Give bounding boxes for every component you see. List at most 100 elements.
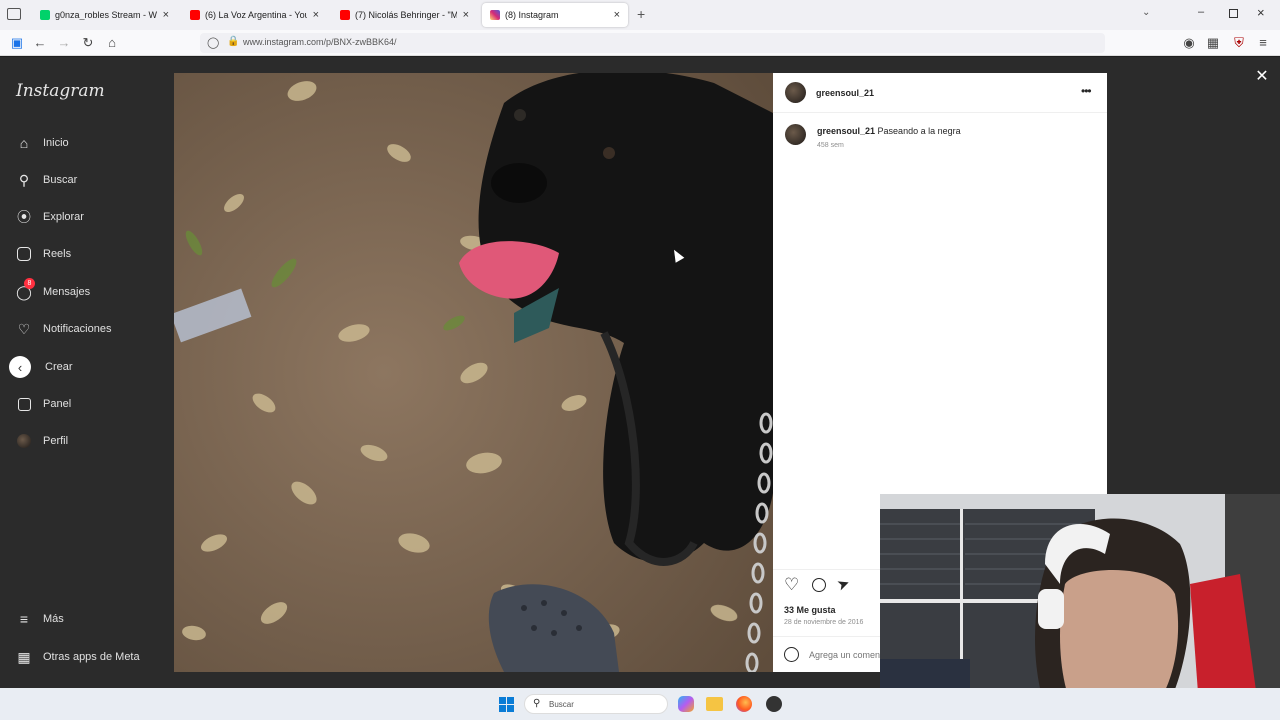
instagram-logo[interactable]: Instagram bbox=[16, 81, 105, 101]
tab-overflow-chevron-icon[interactable]: ⌄ bbox=[1142, 7, 1150, 18]
firefox-icon[interactable] bbox=[736, 696, 752, 712]
post-photo[interactable] bbox=[174, 73, 773, 672]
home-icon[interactable]: ⌂ bbox=[104, 35, 120, 51]
close-window-icon[interactable]: × bbox=[1257, 5, 1265, 20]
hamburger-menu-icon: ≡ bbox=[19, 611, 29, 627]
menu-icon[interactable]: ≡ bbox=[1255, 35, 1271, 51]
ublock-icon[interactable]: ⛨ bbox=[1231, 35, 1247, 51]
sidebar-item-notificaciones[interactable]: ♡ Notificaciones bbox=[15, 318, 165, 340]
home-icon: ⌂ bbox=[19, 135, 29, 151]
tab-youtube-la-voz[interactable]: (6) La Voz Argentina - YouTube × bbox=[182, 3, 327, 27]
reels-icon bbox=[15, 245, 33, 263]
avatar-icon bbox=[15, 432, 33, 450]
reload-icon[interactable]: ↻ bbox=[80, 35, 96, 51]
comment-icon[interactable] bbox=[812, 578, 826, 592]
heart-icon: ♡ bbox=[17, 320, 31, 337]
sidebar-item-perfil[interactable]: Perfil bbox=[15, 430, 165, 452]
tab-instagram[interactable]: (8) Instagram × bbox=[482, 3, 628, 27]
tab-list-icon[interactable] bbox=[7, 8, 21, 20]
new-tab-icon[interactable]: + bbox=[637, 6, 645, 22]
close-modal-icon[interactable]: ✕ bbox=[1252, 66, 1272, 86]
address-bar[interactable]: ◯ 🔒 www.instagram.com/p/BNX-zwBBK64/ bbox=[200, 33, 1105, 53]
windows-start-icon[interactable] bbox=[499, 697, 514, 712]
tab-label: g0nza_robles Stream - Watch Li bbox=[55, 10, 157, 20]
sidebar-item-inicio[interactable]: ⌂ Inicio bbox=[15, 132, 165, 154]
sidebar-item-buscar[interactable]: ⚲ Buscar bbox=[15, 169, 165, 191]
youtube-favicon-icon bbox=[190, 10, 200, 20]
account-icon[interactable]: ◉ bbox=[1181, 35, 1197, 51]
dog-photo-image bbox=[174, 73, 773, 672]
sidebar-item-reels[interactable]: Reels bbox=[15, 243, 165, 265]
sidebar-item-label: Otras apps de Meta bbox=[43, 651, 140, 663]
sidebar-item-mensajes[interactable]: ◯ 8 Mensajes bbox=[15, 278, 165, 303]
sidebar-item-label: Crear bbox=[45, 361, 73, 373]
taskbar-search-label: Buscar bbox=[549, 700, 574, 709]
caption-username[interactable]: greensoul_21 bbox=[817, 126, 875, 136]
sidebar-item-crear[interactable]: ‹ Crear bbox=[9, 356, 165, 378]
caption-age[interactable]: 458 sem bbox=[817, 142, 844, 149]
compass-icon: ⦿ bbox=[17, 209, 31, 225]
caption-avatar[interactable] bbox=[785, 124, 806, 145]
back-circle-icon[interactable]: ‹ bbox=[9, 356, 31, 378]
lock-icon[interactable]: 🔒 bbox=[227, 36, 239, 47]
meta-apps-icon: ▦ bbox=[17, 648, 31, 665]
close-tab-icon[interactable]: × bbox=[463, 9, 469, 21]
instagram-sidebar: Instagram ⌂ Inicio ⚲ Buscar ⦿ Explorar R… bbox=[0, 57, 173, 688]
file-explorer-icon[interactable] bbox=[706, 697, 723, 711]
header-divider bbox=[773, 112, 1107, 113]
forward-icon[interactable]: → bbox=[56, 35, 72, 51]
youtube-favicon-icon bbox=[340, 10, 350, 20]
maximize-icon[interactable] bbox=[1229, 9, 1238, 18]
emoji-icon[interactable] bbox=[784, 647, 799, 662]
more-options-icon[interactable]: ••• bbox=[1081, 84, 1092, 98]
search-icon: ⚲ bbox=[533, 698, 541, 709]
author-avatar[interactable] bbox=[785, 82, 806, 103]
windows-taskbar: ⚲ Buscar bbox=[0, 688, 1280, 720]
minimize-icon[interactable]: – bbox=[1198, 6, 1204, 18]
post-date: 28 de noviembre de 2016 bbox=[784, 619, 864, 626]
back-icon[interactable]: ← bbox=[32, 35, 48, 51]
sidebar-item-label: Mensajes bbox=[43, 286, 91, 298]
author-username[interactable]: greensoul_21 bbox=[816, 88, 874, 98]
url-text[interactable]: www.instagram.com/p/BNX-zwBBK64/ bbox=[243, 37, 397, 47]
close-tab-icon[interactable]: × bbox=[614, 9, 620, 21]
caption-text: Paseando a la negra bbox=[877, 126, 961, 136]
caption: greensoul_21 Paseando a la negra bbox=[817, 126, 961, 136]
search-icon: ⚲ bbox=[18, 171, 30, 188]
close-tab-icon[interactable]: × bbox=[313, 9, 319, 21]
sidebar-item-label: Buscar bbox=[43, 174, 78, 186]
shield-icon[interactable]: ◯ bbox=[207, 36, 219, 49]
streamer-webcam-image bbox=[880, 494, 1280, 720]
extensions-icon[interactable]: ▦ bbox=[1205, 35, 1221, 51]
tab-label: (7) Nicolás Behringer - "Mama, I bbox=[355, 10, 457, 20]
sidebar-item-mas[interactable]: ≡ Más bbox=[15, 608, 165, 630]
likes-count[interactable]: 33 Me gusta bbox=[784, 605, 836, 615]
copilot-icon[interactable] bbox=[678, 696, 694, 712]
tab-label: (6) La Voz Argentina - YouTube bbox=[205, 10, 307, 20]
like-heart-icon[interactable]: ♡ bbox=[784, 576, 799, 594]
tab-label: (8) Instagram bbox=[505, 10, 559, 20]
tab-youtube-nicolas[interactable]: (7) Nicolás Behringer - "Mama, I × bbox=[332, 3, 477, 27]
sidebar-item-label: Reels bbox=[43, 248, 72, 260]
taskbar-search-box[interactable]: ⚲ Buscar bbox=[524, 694, 668, 714]
sidebar-item-label: Panel bbox=[43, 398, 72, 410]
browser-tab-bar: g0nza_robles Stream - Watch Li × (6) La … bbox=[0, 0, 1280, 30]
sidebar-item-label: Notificaciones bbox=[43, 323, 112, 335]
instagram-favicon-icon bbox=[490, 10, 500, 20]
sidebar-item-meta-apps[interactable]: ▦ Otras apps de Meta bbox=[15, 646, 165, 668]
kick-favicon-icon bbox=[40, 10, 50, 20]
sidebar-item-panel[interactable]: Panel bbox=[15, 393, 165, 415]
obs-icon[interactable] bbox=[766, 696, 782, 712]
sidebar-item-label: Inicio bbox=[43, 137, 69, 149]
sidebar-item-label: Explorar bbox=[43, 211, 84, 223]
panel-icon bbox=[15, 395, 33, 413]
unread-badge: 8 bbox=[24, 278, 35, 289]
sidebar-toggle-icon[interactable]: ▣ bbox=[9, 35, 25, 51]
sidebar-item-label: Más bbox=[43, 613, 64, 625]
sidebar-item-explorar[interactable]: ⦿ Explorar bbox=[15, 206, 165, 228]
webcam-overlay bbox=[880, 494, 1280, 720]
sidebar-item-label: Perfil bbox=[43, 435, 69, 447]
share-icon[interactable]: ➤ bbox=[834, 573, 853, 594]
tab-kick-stream[interactable]: g0nza_robles Stream - Watch Li × bbox=[32, 3, 177, 27]
close-tab-icon[interactable]: × bbox=[163, 9, 169, 21]
